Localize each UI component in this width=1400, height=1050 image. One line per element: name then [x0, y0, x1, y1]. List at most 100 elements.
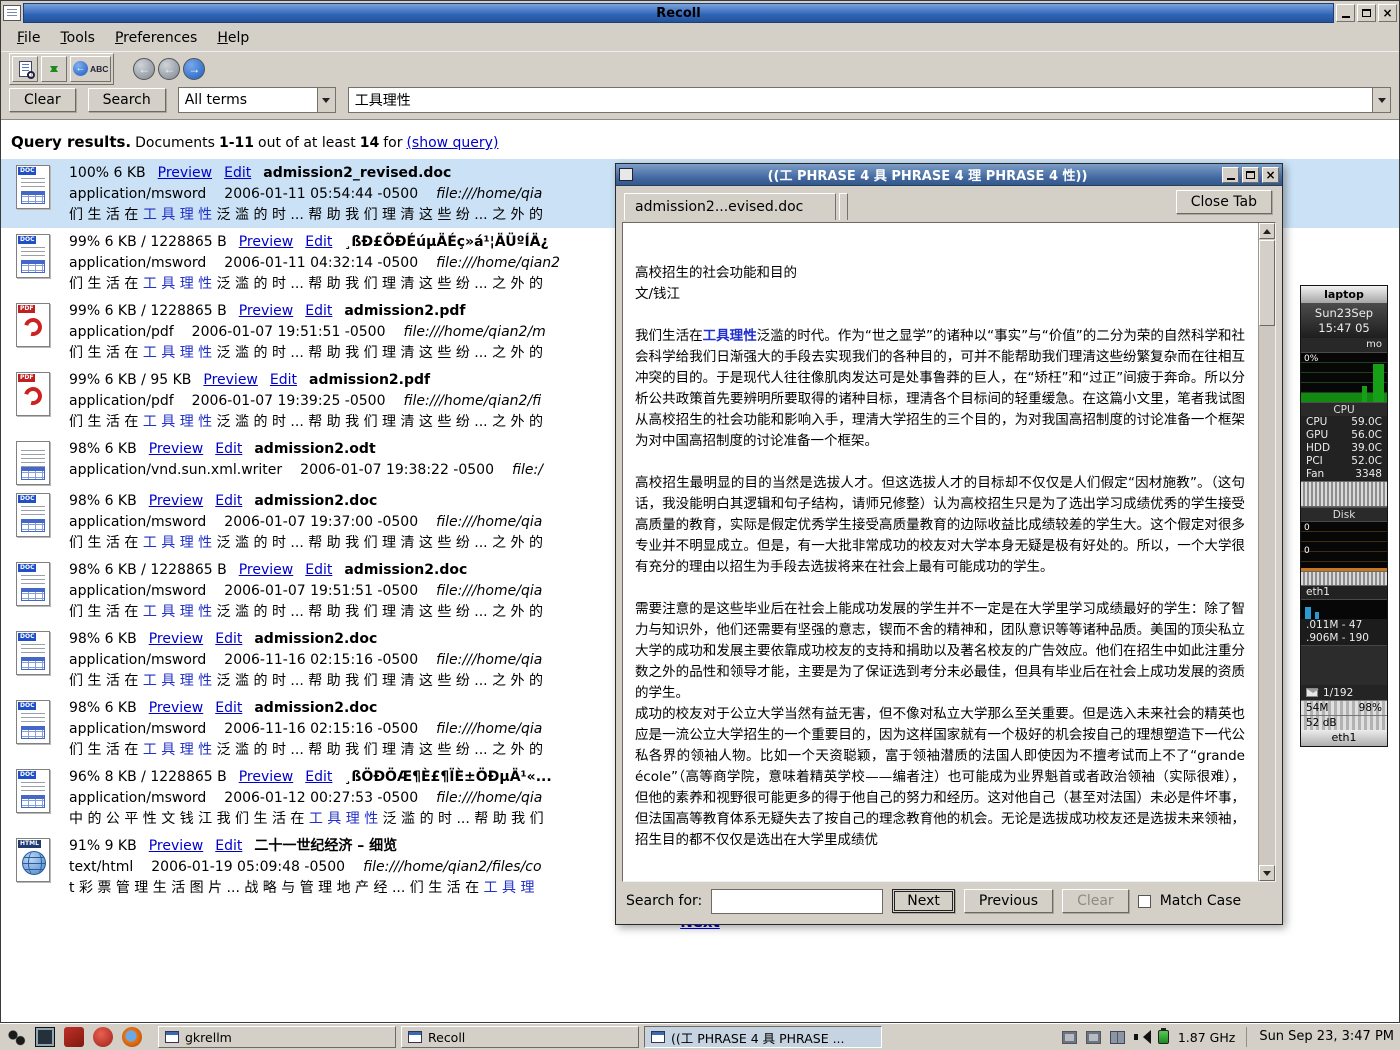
- minimize-button[interactable]: [1336, 4, 1355, 22]
- scroll-up-button[interactable]: [1259, 223, 1275, 239]
- minimize-icon: [1227, 178, 1235, 180]
- result-preview-link[interactable]: Preview: [239, 303, 294, 319]
- speaker-icon[interactable]: [1134, 1030, 1149, 1044]
- preview-search-input[interactable]: [711, 889, 883, 914]
- power-icon[interactable]: [1158, 1030, 1169, 1044]
- titlebar-drag-area[interactable]: Recoll: [23, 3, 1334, 23]
- memory-row[interactable]: 54M 98%: [1301, 700, 1387, 715]
- taskbar-task[interactable]: gkrellm: [158, 1026, 396, 1048]
- preview-text-area[interactable]: 高校招生的社会功能和目的文/钱江我们生活在工具理性泛滥的时代。作为“世之显学”的…: [622, 222, 1276, 882]
- result-edit-link[interactable]: Edit: [215, 441, 242, 457]
- match-case-checkbox[interactable]: [1138, 895, 1151, 908]
- search-button[interactable]: Search: [88, 88, 166, 112]
- gkrellm-footer: eth1: [1301, 730, 1387, 746]
- result-preview-link[interactable]: Preview: [149, 493, 204, 509]
- menu-help[interactable]: Help: [207, 26, 259, 50]
- preview-tab[interactable]: admission2...evised.doc: [624, 193, 836, 220]
- maximize-button[interactable]: [1357, 4, 1376, 22]
- show-query-link[interactable]: (show query): [406, 135, 498, 151]
- result-preview-link[interactable]: Preview: [149, 441, 204, 457]
- preview-previous-button[interactable]: Previous: [964, 889, 1053, 913]
- result-preview-link[interactable]: Preview: [239, 562, 294, 578]
- clear-button[interactable]: Clear: [9, 88, 76, 112]
- preview-clear-button[interactable]: Clear: [1062, 889, 1129, 913]
- query-detail-button[interactable]: [12, 56, 38, 82]
- net-rx-line: .011M - 47: [1301, 619, 1387, 632]
- result-edit-link[interactable]: Edit: [305, 303, 332, 319]
- workspace-pager-icon[interactable]: [1110, 1031, 1125, 1044]
- scrollbar-thumb[interactable]: [1259, 240, 1275, 326]
- result-edit-link[interactable]: Edit: [215, 631, 242, 647]
- query-input[interactable]: 工具理性: [348, 87, 1391, 113]
- result-preview-link[interactable]: Preview: [239, 769, 294, 785]
- result-edit-link[interactable]: Edit: [224, 165, 251, 181]
- previous-page-button[interactable]: ←: [158, 58, 180, 80]
- result-preview-link[interactable]: Preview: [239, 234, 294, 250]
- first-page-button[interactable]: ←: [133, 58, 155, 80]
- preview-minimize-button[interactable]: [1222, 167, 1239, 183]
- search-mode-select[interactable]: All terms: [178, 87, 336, 113]
- footprints-launcher-icon[interactable]: [6, 1027, 26, 1047]
- sort-parameters-button[interactable]: [41, 56, 67, 82]
- window-icon: [651, 1031, 665, 1043]
- doc-file-icon: DOC: [16, 700, 50, 744]
- display-tray-icon-2[interactable]: [1086, 1031, 1101, 1044]
- chevron-down-icon[interactable]: [1372, 88, 1390, 112]
- close-button[interactable]: ×: [1378, 4, 1397, 22]
- result-preview-link[interactable]: Preview: [149, 631, 204, 647]
- result-title: admission2.pdf: [309, 372, 430, 388]
- gkrellm-window: laptop Sun23Sep 15:47 05 mo 0% CPU CPU59…: [1300, 285, 1388, 747]
- result-score: 91% 9 KB: [69, 838, 137, 854]
- media-launcher-icon[interactable]: [93, 1027, 113, 1047]
- back-circle-icon: ←: [73, 61, 88, 76]
- volume-row[interactable]: 52 dB: [1301, 715, 1387, 730]
- preview-search-label: Search for:: [626, 893, 702, 909]
- display-tray-icon[interactable]: [1062, 1031, 1077, 1044]
- result-preview-link[interactable]: Preview: [203, 372, 258, 388]
- fan-meter[interactable]: [1301, 481, 1387, 507]
- titlebar[interactable]: Recoll ×: [1, 1, 1399, 25]
- toolbar: ←ABC ← ← →: [1, 51, 1399, 85]
- result-title: ¸ßÖÐÖÆ¶È£¶ÏÈ±ÖÐµÄ¹«...: [344, 769, 551, 785]
- term-explorer-button[interactable]: ←ABC: [70, 56, 111, 82]
- preview-close-button[interactable]: ×: [1262, 167, 1279, 183]
- firefox-launcher-icon[interactable]: [122, 1027, 142, 1047]
- globe-icon: [22, 851, 46, 875]
- package-launcher-icon[interactable]: [64, 1027, 84, 1047]
- preview-scrollbar[interactable]: [1258, 223, 1275, 881]
- next-page-button[interactable]: →: [183, 58, 205, 80]
- taskbar-clock[interactable]: Sun Sep 23, 3:47 PM: [1246, 1027, 1394, 1047]
- result-preview-link[interactable]: Preview: [158, 165, 213, 181]
- pdf-file-icon: PDF: [16, 372, 50, 416]
- preview-window-icon: [619, 168, 633, 181]
- menu-tools[interactable]: Tools: [50, 26, 105, 50]
- sensor-value: 39.0C: [1351, 442, 1382, 455]
- doc-file-icon: DOC: [16, 234, 50, 278]
- disk-meter[interactable]: [1301, 571, 1387, 586]
- result-edit-link[interactable]: Edit: [305, 562, 332, 578]
- result-preview-link[interactable]: Preview: [149, 838, 204, 854]
- scroll-down-button[interactable]: [1259, 865, 1275, 881]
- terminal-launcher-icon[interactable]: [35, 1027, 55, 1047]
- result-edit-link[interactable]: Edit: [215, 493, 242, 509]
- preview-maximize-button[interactable]: [1242, 167, 1259, 183]
- result-edit-link[interactable]: Edit: [215, 700, 242, 716]
- menu-preferences[interactable]: Preferences: [105, 26, 207, 50]
- taskbar-task[interactable]: ((工 PHRASE 4 具 PHRASE ...: [644, 1026, 882, 1048]
- result-edit-link[interactable]: Edit: [305, 234, 332, 250]
- result-preview-link[interactable]: Preview: [149, 700, 204, 716]
- result-edit-link[interactable]: Edit: [215, 838, 242, 854]
- result-edit-link[interactable]: Edit: [270, 372, 297, 388]
- result-edit-link[interactable]: Edit: [305, 769, 332, 785]
- menu-file[interactable]: File: [7, 26, 50, 50]
- preview-next-button[interactable]: Next: [892, 889, 955, 913]
- gkrellm-hostname[interactable]: laptop: [1301, 286, 1387, 303]
- close-tab-button[interactable]: Close Tab: [1176, 190, 1272, 214]
- net-interface-label: eth1: [1306, 586, 1330, 599]
- mail-row[interactable]: 1/192: [1301, 685, 1387, 700]
- taskbar-task[interactable]: Recoll: [401, 1026, 639, 1048]
- sensor-row: HDD39.0C: [1301, 442, 1387, 455]
- preview-titlebar[interactable]: ((工 PHRASE 4 具 PHRASE 4 理 PHRASE 4 性)) ×: [616, 164, 1282, 186]
- toolbar-group-nav: ← ← →: [130, 55, 208, 83]
- chevron-down-icon[interactable]: [317, 88, 335, 112]
